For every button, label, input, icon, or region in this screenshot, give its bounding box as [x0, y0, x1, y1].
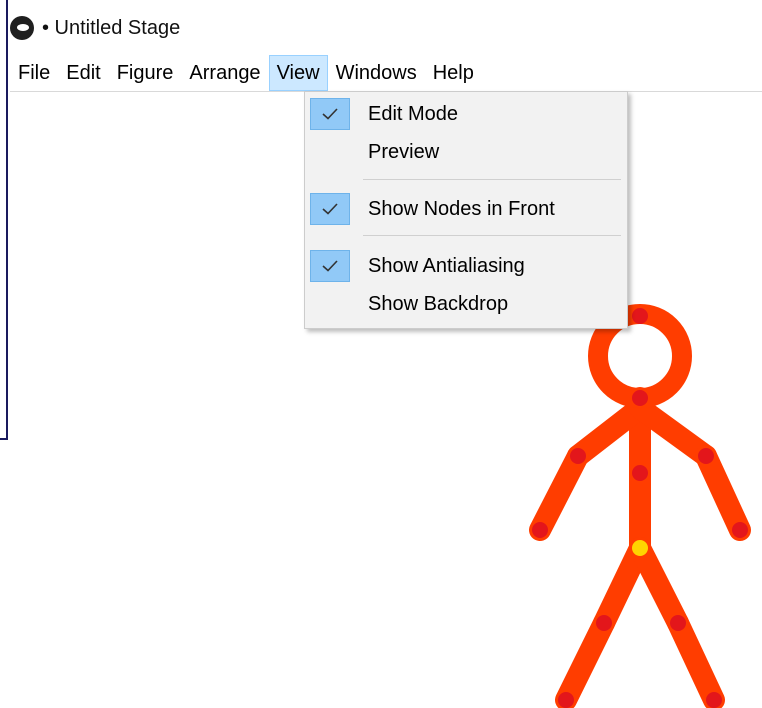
menu-separator: [363, 235, 621, 236]
checkmark-icon: [310, 250, 350, 282]
node-origin-hip[interactable]: [632, 540, 648, 556]
figure-left-shin: [555, 612, 615, 708]
menu-option-label: Show Backdrop: [368, 292, 509, 315]
figure-right-thigh: [629, 537, 689, 634]
node-right-hand[interactable]: [732, 522, 748, 538]
node-right-elbow[interactable]: [698, 448, 714, 464]
node-left-knee[interactable]: [596, 615, 612, 631]
node-left-hand[interactable]: [532, 522, 548, 538]
menu-separator: [363, 179, 621, 180]
menu-option-show-nodes-in-front[interactable]: Show Nodes in Front: [305, 190, 627, 228]
node-mid-torso[interactable]: [632, 465, 648, 481]
checkmark-icon: [310, 193, 350, 225]
node-right-knee[interactable]: [670, 615, 686, 631]
menu-option-label: Preview: [368, 140, 440, 163]
node-head-top[interactable]: [632, 308, 648, 324]
figure-right-shin: [667, 612, 725, 708]
figure-left-forearm: [529, 445, 589, 541]
menu-option-label: Show Antialiasing: [368, 254, 525, 277]
menu-option-label: Edit Mode: [368, 102, 459, 125]
menu-option-label: Show Nodes in Front: [368, 197, 555, 220]
node-left-foot[interactable]: [558, 692, 574, 708]
menu-option-show-antialiasing[interactable]: Show Antialiasing: [305, 247, 627, 285]
figure-right-forearm: [695, 445, 751, 541]
node-left-elbow[interactable]: [570, 448, 586, 464]
stick-figure[interactable]: [529, 304, 751, 708]
menu-option-show-backdrop[interactable]: Show Backdrop: [305, 285, 627, 323]
node-right-foot[interactable]: [706, 692, 722, 708]
view-dropdown-menu: Edit Mode Preview Show Nodes in Front Sh…: [304, 91, 628, 329]
node-neck[interactable]: [632, 390, 648, 406]
menu-option-preview[interactable]: Preview: [305, 133, 627, 171]
checkmark-icon: [310, 98, 350, 130]
menu-option-edit-mode[interactable]: Edit Mode: [305, 95, 627, 133]
